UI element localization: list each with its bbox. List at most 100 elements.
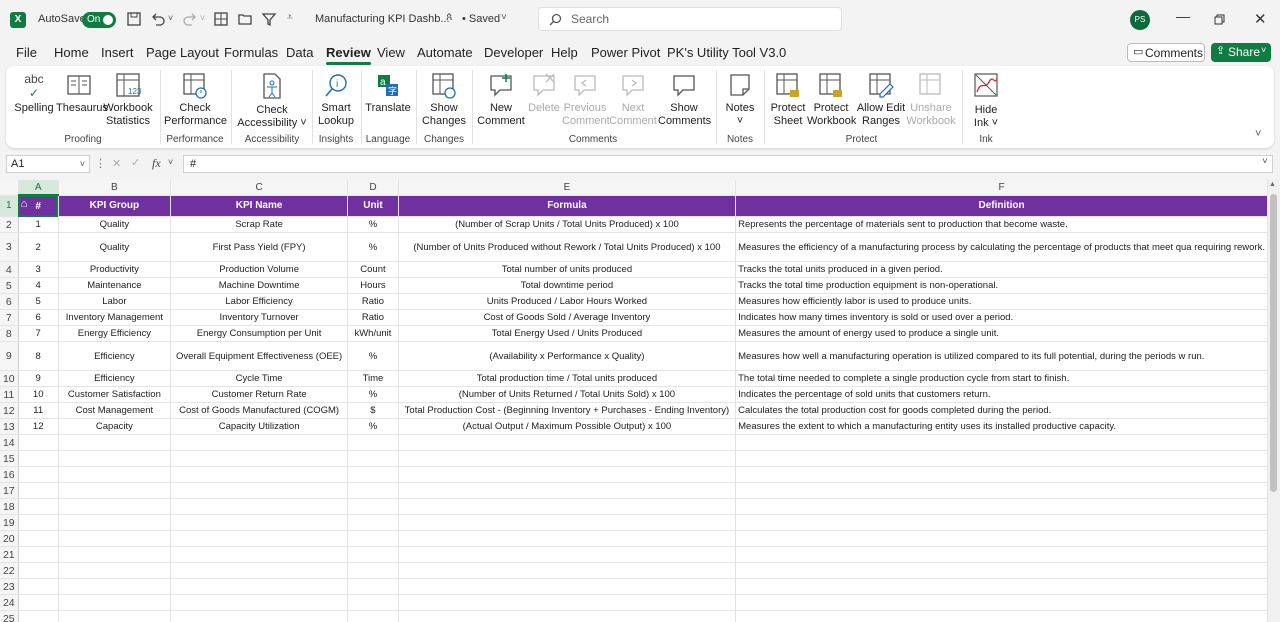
cell[interactable] (735, 594, 1268, 611)
cell[interactable] (18, 594, 59, 611)
header-cell-kpi-group[interactable]: KPI Group (58, 195, 172, 217)
translate-button[interactable]: a字 Translate (364, 72, 412, 115)
customize-toolbar-icon[interactable]: ⩡ (287, 12, 293, 23)
cell[interactable] (58, 466, 172, 483)
protect-workbook-button[interactable]: Protect Workbook (807, 72, 856, 128)
share-button[interactable]: ⇪ Share ˅ (1211, 43, 1271, 62)
cell[interactable] (347, 466, 399, 483)
cell[interactable]: First Pass Yield (FPY) (170, 232, 349, 262)
row-header[interactable]: 11 (0, 386, 19, 403)
cell[interactable]: Tracks the total units produced in a giv… (735, 261, 1268, 278)
cell[interactable] (170, 482, 349, 499)
cell[interactable]: Total Production Cost - (Beginning Inven… (398, 402, 737, 419)
cell[interactable] (735, 450, 1268, 467)
cell[interactable] (58, 610, 172, 622)
column-header-b[interactable]: B (58, 180, 172, 196)
cell[interactable]: Quality (58, 216, 172, 233)
cell[interactable] (735, 434, 1268, 451)
row-header[interactable]: 7 (0, 309, 19, 326)
row-header[interactable]: 13 (0, 418, 19, 435)
tab-utility-tool[interactable]: PK's Utility Tool V3.0 (667, 45, 786, 60)
autosave-toggle[interactable]: On (82, 12, 116, 28)
cell[interactable] (58, 578, 172, 595)
cell[interactable] (735, 466, 1268, 483)
tab-home[interactable]: Home (54, 45, 89, 60)
cell[interactable]: Efficiency (58, 370, 172, 387)
row-header[interactable]: 23 (0, 578, 19, 595)
cell[interactable] (347, 450, 399, 467)
cell[interactable] (347, 562, 399, 579)
smart-lookup-button[interactable]: i Smart Lookup (316, 72, 356, 128)
cell[interactable]: Measures how well a manufacturing operat… (735, 341, 1268, 371)
row-header[interactable]: 24 (0, 594, 19, 611)
cell[interactable] (735, 530, 1268, 547)
document-title[interactable]: Manufacturing KPI Dashb... (315, 13, 450, 25)
cell[interactable]: 5 (18, 293, 59, 310)
cell[interactable]: % (347, 341, 399, 371)
cell[interactable] (347, 610, 399, 622)
cell[interactable] (347, 514, 399, 531)
cell[interactable] (18, 530, 59, 547)
cell[interactable] (735, 562, 1268, 579)
undo-dropdown-icon[interactable]: ˅ (168, 13, 173, 23)
cell[interactable]: Labor (58, 293, 172, 310)
cell[interactable]: Overall Equipment Effectiveness (OEE) (170, 341, 349, 371)
restore-icon[interactable] (1214, 14, 1225, 25)
confirm-entry-icon[interactable]: ✓ (131, 156, 140, 169)
row-header[interactable]: 9 (0, 341, 19, 371)
minimize-icon[interactable]: — (1176, 8, 1190, 24)
cell[interactable]: 11 (18, 402, 59, 419)
borders-icon[interactable] (213, 11, 229, 27)
cell[interactable]: Energy Efficiency (58, 325, 172, 342)
tab-insert[interactable]: Insert (101, 45, 134, 60)
cell[interactable]: (Number of Units Produced without Rework… (398, 232, 737, 262)
cell[interactable] (58, 562, 172, 579)
cell[interactable]: Capacity Utilization (170, 418, 349, 435)
cell[interactable]: Cost Management (58, 402, 172, 419)
cell[interactable]: 4 (18, 277, 59, 294)
cell[interactable] (398, 434, 737, 451)
cell[interactable] (170, 450, 349, 467)
name-box[interactable]: A1 ˅ (6, 155, 90, 173)
scrollbar-thumb[interactable] (1270, 194, 1277, 492)
cell[interactable] (347, 578, 399, 595)
cell[interactable]: 10 (18, 386, 59, 403)
cell[interactable] (170, 530, 349, 547)
cell[interactable] (347, 594, 399, 611)
header-cell-formula[interactable]: Formula (398, 195, 737, 217)
search-box[interactable]: Search (538, 7, 842, 31)
tab-review[interactable]: Review (326, 45, 371, 65)
row-header[interactable]: 4 (0, 261, 19, 278)
row-header[interactable]: 12 (0, 402, 19, 419)
cell[interactable]: Quality (58, 232, 172, 262)
cell[interactable]: Cycle Time (170, 370, 349, 387)
cell[interactable]: kWh/unit (347, 325, 399, 342)
tab-view[interactable]: View (377, 45, 405, 60)
check-accessibility-button[interactable]: Check Accessibility ˅ (236, 72, 308, 130)
cell[interactable]: Efficiency (58, 341, 172, 371)
cell[interactable] (58, 546, 172, 563)
cell[interactable] (398, 594, 737, 611)
fx-dropdown-icon[interactable]: ˅ (168, 157, 173, 167)
cell[interactable]: 3 (18, 261, 59, 278)
cell[interactable]: (Number of Scrap Units / Total Units Pro… (398, 216, 737, 233)
row-header[interactable]: 6 (0, 293, 19, 310)
tab-formulas[interactable]: Formulas (224, 45, 278, 60)
cell[interactable] (398, 546, 737, 563)
cell[interactable]: Inventory Turnover (170, 309, 349, 326)
cell[interactable]: 7 (18, 325, 59, 342)
worksheet-grid[interactable]: A B C D E F 1 ⌂ # KPI Group KPI Name Uni… (0, 180, 1268, 622)
cancel-entry-icon[interactable]: ✕ (112, 157, 121, 170)
cell[interactable] (347, 498, 399, 515)
row-header[interactable]: 3 (0, 232, 19, 262)
cell[interactable] (58, 594, 172, 611)
cell[interactable] (18, 450, 59, 467)
cell[interactable] (347, 482, 399, 499)
cell[interactable]: Indicates how many times inventory is so… (735, 309, 1268, 326)
allow-edit-ranges-button[interactable]: Allow Edit Ranges (855, 72, 907, 128)
cell[interactable]: 12 (18, 418, 59, 435)
new-comment-button[interactable]: New Comment (476, 72, 526, 128)
cell[interactable]: Production Volume (170, 261, 349, 278)
cell[interactable] (398, 466, 737, 483)
row-header[interactable]: 1 (0, 195, 19, 217)
